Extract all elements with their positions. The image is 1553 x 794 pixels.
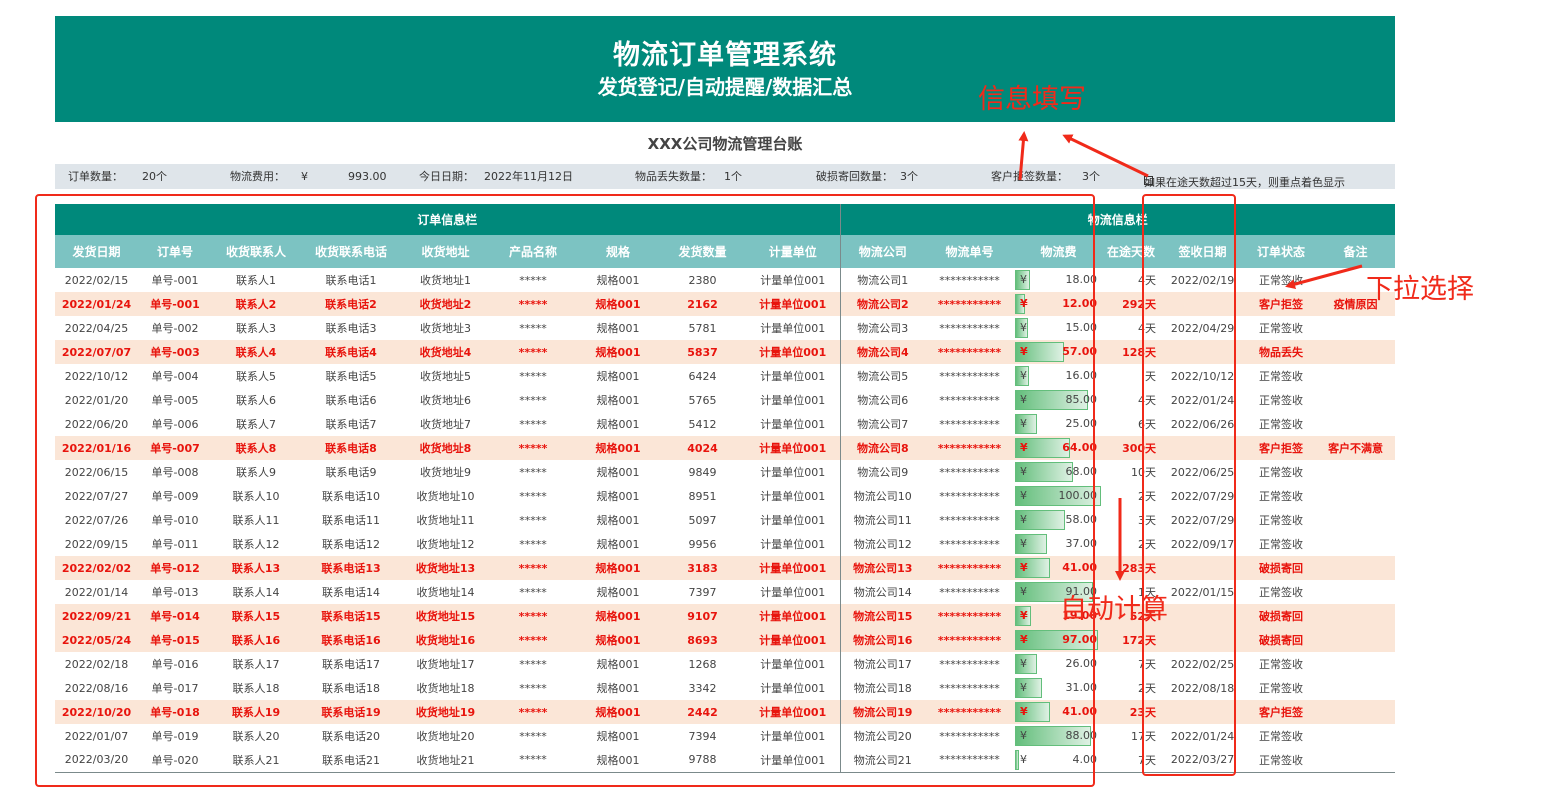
annotation-auto-calc: 自动计算 [1060, 594, 1168, 625]
arrow-to-status-dropdown [1285, 264, 1363, 290]
annotation-fill-in: 信息填写 [978, 84, 1086, 115]
annotation-arrows [1018, 131, 1363, 581]
arrow-to-summary [1062, 134, 1149, 178]
arrow-to-fill-region [1018, 131, 1029, 181]
annotation-dropdown: 下拉选择 [1366, 274, 1474, 305]
